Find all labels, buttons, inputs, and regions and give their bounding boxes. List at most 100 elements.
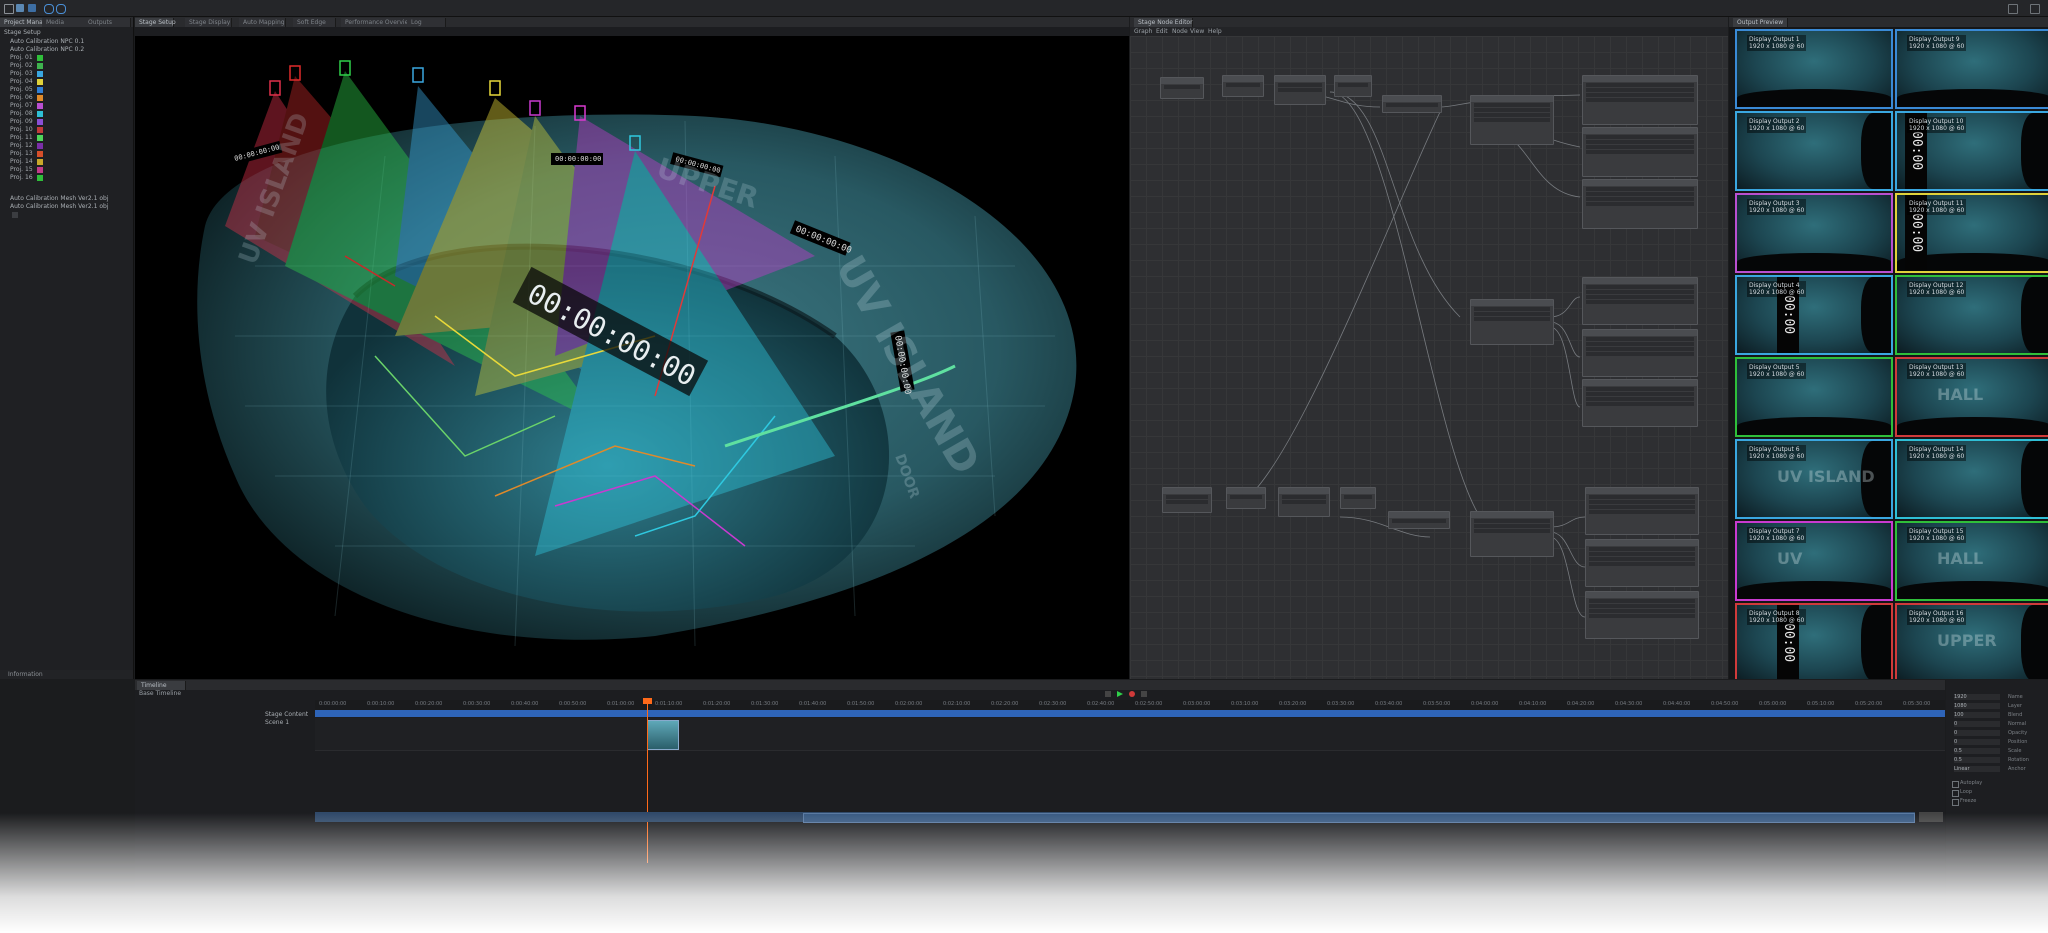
- clip-property-field[interactable]: 0.5: [1954, 748, 2000, 754]
- clip-checkbox-label[interactable]: Freeze: [1960, 798, 1976, 804]
- node-output-group[interactable]: [1582, 277, 1698, 325]
- tab-log[interactable]: Log: [407, 18, 446, 27]
- clip-checkbox-label[interactable]: Loop: [1960, 789, 1972, 795]
- clip-property-field[interactable]: 0: [1954, 721, 2000, 727]
- tab-timeline[interactable]: Timeline: [137, 681, 186, 690]
- tab-outputs[interactable]: Outputs: [84, 18, 131, 27]
- new-file-icon[interactable]: [4, 4, 14, 14]
- media-clip[interactable]: [647, 720, 679, 750]
- node-split[interactable]: [1274, 75, 1326, 105]
- projector-row[interactable]: Proj. 05: [10, 86, 43, 94]
- projector-row[interactable]: Proj. 02: [10, 62, 43, 70]
- calibration-row[interactable]: Auto Calibration NPC 0.1: [10, 38, 84, 46]
- node-mapper[interactable]: [1382, 95, 1442, 113]
- projector-row[interactable]: Proj. 04: [10, 78, 43, 86]
- tree-header[interactable]: Stage Setup: [4, 29, 41, 37]
- property-section[interactable]: Information: [0, 670, 133, 679]
- tab-stage-display[interactable]: Stage Display: [185, 18, 232, 27]
- node-output-group[interactable]: [1582, 379, 1698, 427]
- node-transform-lower[interactable]: [1226, 487, 1266, 509]
- projector-row[interactable]: Proj. 06: [10, 94, 43, 102]
- node-output-group[interactable]: [1585, 487, 1699, 535]
- output-preview-cell[interactable]: HALL Display Output 15 1920 x 1080 @ 60: [1895, 521, 2048, 601]
- calibration-row[interactable]: Auto Calibration NPC 0.2: [10, 46, 84, 54]
- output-preview-cell[interactable]: Display Output 2 1920 x 1080 @ 60: [1735, 111, 1893, 191]
- mesh-add-icon[interactable]: [12, 212, 18, 218]
- tab-stage-setup[interactable]: Stage Setup: [135, 18, 176, 27]
- output-preview-cell[interactable]: UV Display Output 7 1920 x 1080 @ 60: [1735, 521, 1893, 601]
- output-preview-cell[interactable]: Display Output 14 1920 x 1080 @ 60: [1895, 439, 2048, 519]
- clip-property-field[interactable]: 0: [1954, 730, 2000, 736]
- node-mesh-hall[interactable]: [1470, 299, 1554, 345]
- node-mesh-upper[interactable]: [1470, 95, 1554, 145]
- projector-row[interactable]: Proj. 10: [10, 126, 43, 134]
- output-preview-cell[interactable]: 00:00 Display Output 11 1920 x 1080 @ 60: [1895, 193, 2048, 273]
- clip-property-field[interactable]: 0: [1954, 739, 2000, 745]
- node-crop[interactable]: [1334, 75, 1372, 97]
- checkbox[interactable]: [1952, 781, 1959, 788]
- node-output-group[interactable]: [1585, 591, 1699, 639]
- output-preview-cell[interactable]: Display Output 12 1920 x 1080 @ 60: [1895, 275, 2048, 355]
- projector-row[interactable]: Proj. 13: [10, 150, 43, 158]
- clip-checkbox-label[interactable]: Autoplay: [1960, 780, 1982, 786]
- projector-row[interactable]: Proj. 07: [10, 102, 43, 110]
- output-preview-cell[interactable]: 00:00 Display Output 8 1920 x 1080 @ 60: [1735, 603, 1893, 679]
- open-folder-icon[interactable]: [16, 4, 24, 12]
- tab-performance-overview[interactable]: Performance Overview: [341, 18, 413, 27]
- clip-property-field[interactable]: 0.5: [1954, 757, 2000, 763]
- projector-row[interactable]: Proj. 09: [10, 118, 43, 126]
- window-minimize-icon[interactable]: [2008, 4, 2018, 14]
- record-icon[interactable]: [1129, 691, 1135, 697]
- clip-property-field[interactable]: 1080: [1954, 703, 2000, 709]
- playhead-handle[interactable]: [643, 698, 652, 704]
- output-preview-cell[interactable]: 00:00 Display Output 4 1920 x 1080 @ 60: [1735, 275, 1893, 355]
- node-transform[interactable]: [1222, 75, 1264, 97]
- stage-3d-view[interactable]: 00:00:00:00 00:00:00:00 00:00:00:00 00:0…: [135, 36, 1129, 679]
- output-preview-cell[interactable]: Display Output 1 1920 x 1080 @ 60: [1735, 29, 1893, 109]
- output-preview-cell[interactable]: HALL Display Output 13 1920 x 1080 @ 60: [1895, 357, 2048, 437]
- track-name[interactable]: Scene 1: [265, 719, 289, 726]
- mesh-row[interactable]: Auto Calibration Mesh Ver2.1 obj: [10, 203, 109, 211]
- playhead[interactable]: [647, 698, 648, 863]
- play-icon[interactable]: [1117, 691, 1123, 697]
- projector-row[interactable]: Proj. 16: [10, 174, 43, 182]
- node-output-group[interactable]: [1585, 539, 1699, 587]
- prev-icon[interactable]: [1105, 691, 1111, 697]
- tab-output-preview[interactable]: Output Preview: [1733, 18, 1788, 27]
- window-close-icon[interactable]: [2030, 4, 2040, 14]
- output-preview-cell[interactable]: Display Output 3 1920 x 1080 @ 60: [1735, 193, 1893, 273]
- projector-row[interactable]: Proj. 03: [10, 70, 43, 78]
- output-preview-cell[interactable]: Display Output 9 1920 x 1080 @ 60: [1895, 29, 2048, 109]
- tab-soft-edge[interactable]: Soft Edge: [293, 18, 336, 27]
- projector-row[interactable]: Proj. 15: [10, 166, 43, 174]
- mesh-row[interactable]: Auto Calibration Mesh Ver2.1 obj: [10, 195, 109, 203]
- projector-row[interactable]: Proj. 08: [10, 110, 43, 118]
- node-source-lower[interactable]: [1162, 487, 1212, 513]
- output-preview-cell[interactable]: Display Output 5 1920 x 1080 @ 60: [1735, 357, 1893, 437]
- track-row[interactable]: [315, 718, 1945, 751]
- next-icon[interactable]: [1141, 691, 1147, 697]
- clip-property-field[interactable]: 100: [1954, 712, 2000, 718]
- output-preview-cell[interactable]: 00:00 Display Output 10 1920 x 1080 @ 60: [1895, 111, 2048, 191]
- checkbox[interactable]: [1952, 790, 1959, 797]
- node-crop-lower[interactable]: [1340, 487, 1376, 509]
- projector-row[interactable]: Proj. 11: [10, 134, 43, 142]
- zoom-handle-icon[interactable]: [1919, 812, 1943, 822]
- node-output-group[interactable]: [1582, 329, 1698, 377]
- projector-row[interactable]: Proj. 01: [10, 54, 43, 62]
- tab-media[interactable]: Media: [42, 18, 89, 27]
- node-output-group[interactable]: [1582, 127, 1698, 177]
- checkbox[interactable]: [1952, 799, 1959, 806]
- node-output-group[interactable]: [1582, 179, 1698, 229]
- track-content-bar[interactable]: [315, 710, 1945, 717]
- tab-auto-mapping[interactable]: Auto Mapping: [239, 18, 286, 27]
- projector-row[interactable]: Proj. 12: [10, 142, 43, 150]
- node-mesh-lower[interactable]: [1470, 511, 1554, 557]
- track-name[interactable]: Stage Content: [265, 711, 308, 718]
- clip-property-field[interactable]: 1920: [1954, 694, 2000, 700]
- output-preview-cell[interactable]: UV ISLAND Display Output 6 1920 x 1080 @ …: [1735, 439, 1893, 519]
- projector-row[interactable]: Proj. 14: [10, 158, 43, 166]
- undo-icon[interactable]: [44, 4, 54, 14]
- node-source[interactable]: [1160, 77, 1204, 99]
- node-mapper-lower[interactable]: [1388, 511, 1450, 529]
